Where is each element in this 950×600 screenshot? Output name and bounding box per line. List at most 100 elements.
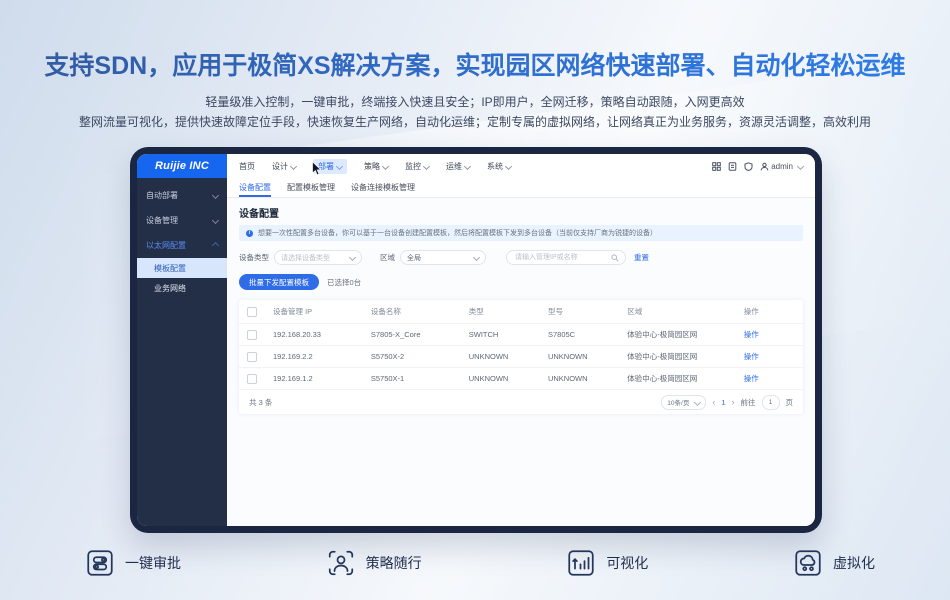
reset-link[interactable]: 重置 — [634, 252, 649, 263]
table-row: 192.169.2.2 S5750X-2 UNKNOWN UNKNOWN 体验中… — [239, 346, 803, 368]
next-page-button[interactable]: › — [732, 397, 735, 407]
visualization-icon — [566, 548, 596, 578]
table-header-row: 设备管理 IP 设备名称 类型 型号 区域 操作 — [239, 300, 803, 324]
column-header-model: 型号 — [548, 306, 627, 317]
device-table: 设备管理 IP 设备名称 类型 型号 区域 操作 192.168.20.33 S… — [239, 300, 803, 414]
sidebar-subitem-template-config[interactable]: 模板配置 — [137, 258, 227, 278]
cell-region: 体验中心-极简园区网 — [627, 351, 744, 362]
chevron-down-icon — [336, 162, 343, 169]
feature-label: 策略随行 — [366, 553, 422, 573]
feature-visualization: 可视化 — [566, 548, 648, 578]
device-type-placeholder: 请选择设备类型 — [281, 253, 330, 263]
tab-bar: 设备配置 配置模板管理 设备连接模板管理 — [227, 178, 815, 198]
cell-ip: 192.169.2.2 — [273, 352, 371, 361]
cell-model: UNKNOWN — [548, 352, 627, 361]
nav-item-label: 策略 — [364, 161, 380, 172]
search-input[interactable] — [513, 253, 611, 262]
hero-subtitle-line1: 轻量级准入控制，一键审批，终端接入快速且安全；IP即用户，全网迁移，策略自动跟随… — [0, 93, 950, 110]
hero-subtitle-line2: 整网流量可视化，提供快速故障定位手段，快速恢复生产网络，自动化运维；定制专属的虚… — [0, 113, 950, 130]
nav-item-ops[interactable]: 运维 — [446, 161, 470, 172]
nav-item-monitor[interactable]: 监控 — [405, 161, 429, 172]
username-label: admin — [771, 162, 793, 171]
nav-item-label: 部署 — [318, 161, 334, 172]
info-banner-text: 想要一次性配置多台设备，你可以基于一台设备创建配置模板，然后将配置模板下发到多台… — [258, 228, 657, 238]
sidebar-item-label: 设备管理 — [146, 215, 178, 226]
app-logo[interactable]: Ruijie INC — [137, 154, 227, 178]
table-row: 192.168.20.33 S7805-X_Core SWITCH S7805C… — [239, 324, 803, 346]
cell-region: 体验中心-极简园区网 — [627, 329, 744, 340]
chevron-down-icon — [423, 162, 430, 169]
feature-strip: 一键审批 策略随行 — [85, 548, 875, 578]
sidebar-item-auto-deploy[interactable]: 自动部署 — [137, 183, 227, 208]
page-size-value: 10条/页 — [667, 397, 689, 407]
apps-grid-icon[interactable] — [712, 162, 721, 171]
chevron-down-icon — [694, 398, 701, 405]
marketing-page: 支持SDN，应用于极简XS解决方案，实现园区网络快速部署、自动化轻松运维 轻量级… — [0, 0, 950, 600]
nav-item-home[interactable]: 首页 — [239, 161, 255, 172]
selected-count-label: 已选择0台 — [327, 277, 361, 288]
row-action-link[interactable]: 操作 — [744, 351, 795, 362]
prev-page-button[interactable]: ‹ — [712, 397, 715, 407]
page-size-select[interactable]: 10条/页 — [661, 395, 706, 410]
filter-bar: 设备类型 请选择设备类型 区域 全局 — [239, 250, 803, 265]
chevron-up-icon — [212, 242, 219, 249]
chevron-down-icon — [505, 162, 512, 169]
device-type-label: 设备类型 — [239, 252, 269, 263]
pagination-controls: 10条/页 ‹ 1 › 前往 1 页 — [661, 395, 793, 410]
column-header-action: 操作 — [744, 306, 795, 317]
nav-item-system[interactable]: 系统 — [487, 161, 511, 172]
policy-follow-icon — [326, 548, 356, 578]
device-frame: Ruijie INC 首页 设计 部署 策略 监控 运维 系统 ad — [130, 147, 822, 533]
region-label: 区域 — [380, 252, 395, 263]
select-all-checkbox[interactable] — [247, 307, 257, 317]
chevron-down-icon — [290, 162, 297, 169]
row-action-link[interactable]: 操作 — [744, 329, 795, 340]
nav-item-design[interactable]: 设计 — [272, 161, 296, 172]
feature-label: 虚拟化 — [833, 553, 875, 573]
device-type-select[interactable]: 请选择设备类型 — [274, 250, 362, 265]
hero-title: 支持SDN，应用于极简XS解决方案，实现园区网络快速部署、自动化轻松运维 — [0, 46, 950, 82]
tab-config-template-mgmt[interactable]: 配置模板管理 — [287, 178, 335, 197]
total-count-label: 共 3 条 — [249, 397, 272, 408]
sidebar-subitem-service-network[interactable]: 业务网络 — [137, 278, 227, 298]
chevron-down-icon — [349, 254, 356, 261]
nav-item-policy[interactable]: 策略 — [364, 161, 388, 172]
topbar-actions: admin — [712, 162, 803, 171]
cell-ip: 192.168.20.33 — [273, 330, 371, 339]
content-area: 设备配置 配置模板管理 设备连接模板管理 设备配置 i 想要一次性配置多台设备，… — [227, 178, 815, 526]
info-banner: i 想要一次性配置多台设备，你可以基于一台设备创建配置模板，然后将配置模板下发到… — [239, 225, 803, 241]
cell-model: UNKNOWN — [548, 374, 627, 383]
table-row: 192.169.1.2 S5750X-1 UNKNOWN UNKNOWN 体验中… — [239, 368, 803, 390]
row-checkbox[interactable] — [247, 352, 257, 362]
batch-deliver-template-button[interactable]: 批量下发配置模板 — [239, 274, 319, 290]
tab-device-config[interactable]: 设备配置 — [239, 178, 271, 197]
region-value: 全局 — [407, 253, 421, 263]
search-box — [506, 250, 626, 265]
action-bar: 批量下发配置模板 已选择0台 — [239, 274, 803, 290]
hero-section: 支持SDN，应用于极简XS解决方案，实现园区网络快速部署、自动化轻松运维 轻量级… — [0, 0, 950, 130]
chevron-down-icon — [473, 254, 480, 261]
shield-icon[interactable] — [744, 162, 753, 171]
user-icon — [760, 162, 769, 171]
cell-ip: 192.169.1.2 — [273, 374, 371, 383]
cell-name: S5750X-2 — [371, 352, 469, 361]
goto-page-input[interactable]: 1 — [762, 395, 780, 410]
info-icon: i — [246, 230, 253, 237]
chevron-down-icon — [212, 217, 219, 224]
chevron-down-icon — [464, 162, 471, 169]
user-menu[interactable]: admin — [760, 162, 803, 171]
sidebar-item-ethernet-config[interactable]: 以太网配置 — [137, 233, 227, 258]
nav-item-deploy[interactable]: 部署 — [313, 159, 347, 174]
pagination-bar: 共 3 条 10条/页 ‹ 1 › 前往 1 — [239, 390, 803, 414]
virtualization-icon — [793, 548, 823, 578]
tab-device-connection-template-mgmt[interactable]: 设备连接模板管理 — [351, 178, 415, 197]
region-select[interactable]: 全局 — [400, 250, 486, 265]
row-action-link[interactable]: 操作 — [744, 373, 795, 384]
row-checkbox[interactable] — [247, 374, 257, 384]
app-body: 自动部署 设备管理 以太网配置 模板配置 业务网络 设备配置 配置模板管理 设备… — [137, 178, 815, 526]
document-icon[interactable] — [728, 162, 737, 171]
goto-label: 前往 — [741, 397, 756, 408]
sidebar-item-device-mgmt[interactable]: 设备管理 — [137, 208, 227, 233]
current-page-button[interactable]: 1 — [721, 398, 725, 407]
row-checkbox[interactable] — [247, 330, 257, 340]
